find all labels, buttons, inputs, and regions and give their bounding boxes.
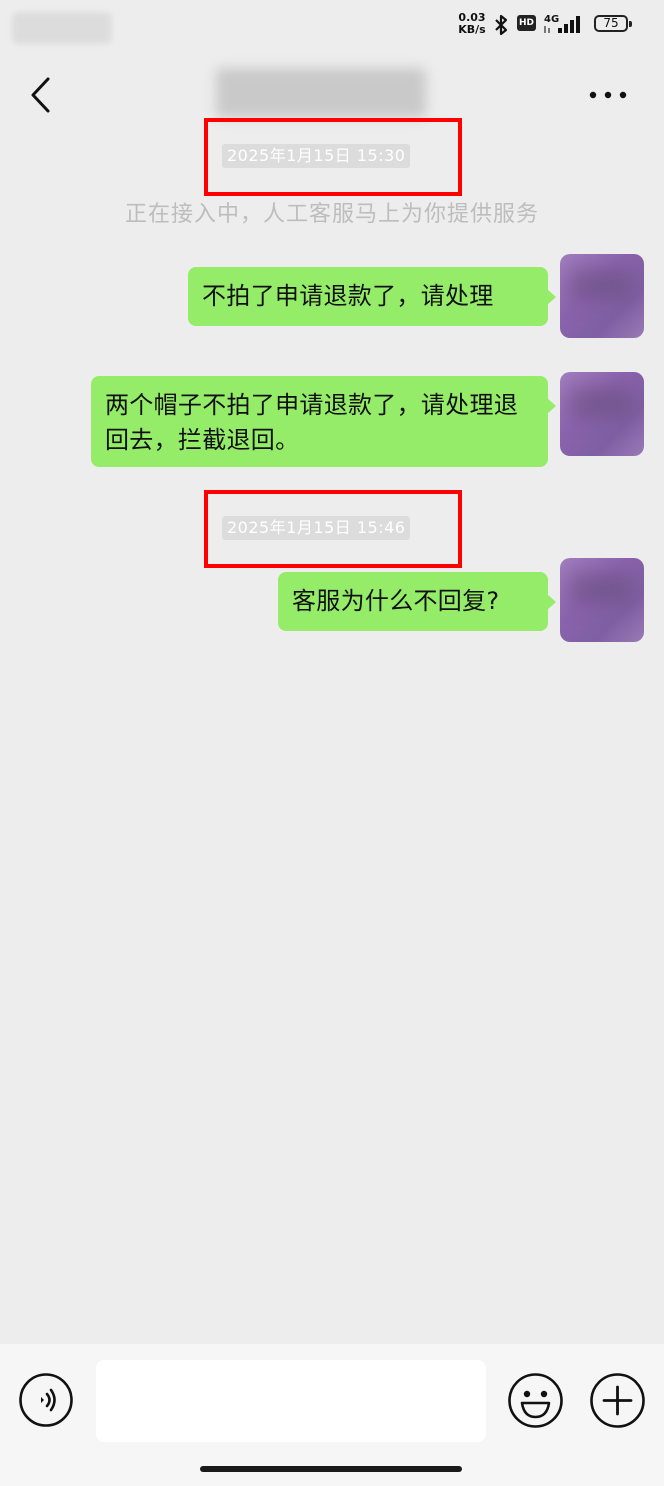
signal-icon: 4G — [544, 14, 580, 33]
system-notice: 正在接入中，人工客服马上为你提供服务 — [124, 202, 539, 227]
message-bubble[interactable]: 不拍了申请退款了，请处理 — [188, 267, 556, 326]
emoji-icon[interactable] — [507, 1372, 564, 1429]
back-icon[interactable] — [22, 72, 62, 118]
plus-icon[interactable] — [589, 1372, 646, 1429]
timestamp: 2025年1月15日 15:30 — [222, 144, 411, 168]
status-bar: 0.03 KB/s HD 4G 75 — [0, 0, 664, 50]
network-type-label: 4G — [544, 14, 559, 25]
chat-title-blurred — [216, 68, 426, 118]
more-icon[interactable] — [582, 80, 634, 110]
message-bubble[interactable]: 客服为什么不回复? — [278, 572, 556, 631]
bluetooth-icon — [495, 14, 508, 36]
avatar[interactable] — [560, 558, 644, 642]
network-speed-unit: KB/s — [458, 23, 486, 36]
hd-icon: HD — [517, 15, 536, 31]
avatar[interactable] — [560, 254, 644, 338]
home-indicator[interactable] — [200, 1466, 462, 1472]
network-speed: 0.03 KB/s — [455, 12, 489, 36]
timestamp: 2025年1月15日 15:46 — [222, 516, 411, 540]
battery-icon: 75 — [594, 15, 632, 32]
message-bubble[interactable]: 两个帽子不拍了申请退款了，请处理退回去，拦截退回。 — [91, 376, 556, 467]
voice-icon[interactable] — [18, 1372, 74, 1428]
status-left-blurred — [12, 12, 112, 44]
message-input[interactable] — [96, 1360, 486, 1442]
avatar[interactable] — [560, 372, 644, 456]
